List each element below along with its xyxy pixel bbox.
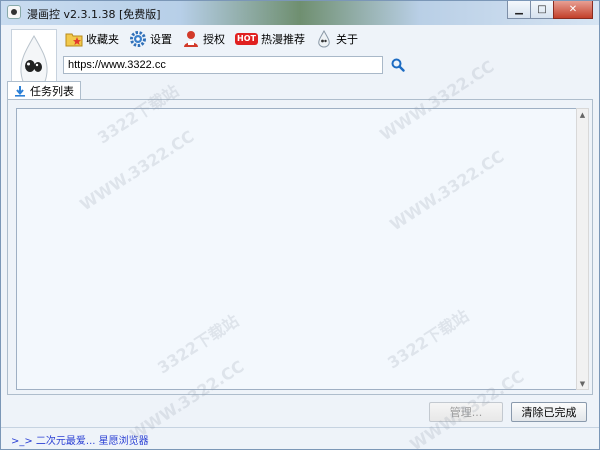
title-bar[interactable]: 漫画控 v2.3.1.38 [免费版] ▁ □ ✕ xyxy=(1,1,599,25)
task-list[interactable] xyxy=(16,108,579,390)
about-label: 关于 xyxy=(335,33,358,46)
download-icon xyxy=(14,85,26,97)
task-panel: ▲ ▼ xyxy=(7,100,593,395)
close-button[interactable]: ✕ xyxy=(553,1,593,19)
license-button[interactable]: 授权 xyxy=(182,29,225,49)
browser-promo-link[interactable]: >_> 二次元最爱... 星愿浏览器 xyxy=(11,432,149,447)
scroll-up-arrow-icon[interactable]: ▲ xyxy=(577,109,588,120)
scroll-down-arrow-icon[interactable]: ▼ xyxy=(577,378,588,389)
hot-badge: HOT xyxy=(235,33,258,45)
gear-icon xyxy=(129,30,147,48)
search-icon xyxy=(391,58,405,75)
maximize-button[interactable]: □ xyxy=(530,1,554,19)
about-button[interactable]: 关于 xyxy=(315,29,358,49)
vertical-scrollbar[interactable]: ▲ ▼ xyxy=(576,108,589,390)
clear-completed-button[interactable]: 清除已完成 xyxy=(511,402,587,422)
minimize-button[interactable]: ▁ xyxy=(507,1,531,19)
manage-button[interactable]: 管理... xyxy=(429,402,503,422)
settings-button[interactable]: 设置 xyxy=(129,29,172,49)
tab-task-list-label: 任务列表 xyxy=(30,85,74,98)
app-icon xyxy=(7,5,21,19)
window-controls: ▁ □ ✕ xyxy=(507,1,593,19)
hot-recommend-button[interactable]: HOT 热漫推荐 xyxy=(235,29,305,49)
url-input[interactable] xyxy=(63,56,383,74)
tab-task-list[interactable]: 任务列表 xyxy=(7,81,81,100)
settings-label: 设置 xyxy=(150,33,172,46)
favorites-button[interactable]: 收藏夹 xyxy=(65,29,119,49)
about-icon xyxy=(315,30,333,48)
search-button[interactable] xyxy=(389,57,407,75)
vip-user-icon xyxy=(182,30,200,48)
status-bar: >_> 二次元最爱... 星愿浏览器 xyxy=(1,427,599,449)
hot-badge-icon: HOT xyxy=(235,30,258,48)
app-window: 漫画控 v2.3.1.38 [免费版] ▁ □ ✕ 收藏夹 设置 授权 HOT … xyxy=(0,0,600,450)
hot-recommend-label: 热漫推荐 xyxy=(260,33,305,46)
toolbar: 收藏夹 设置 授权 HOT 热漫推荐 关于 xyxy=(65,28,368,50)
favorites-label: 收藏夹 xyxy=(86,33,119,46)
favorites-folder-icon xyxy=(65,30,83,48)
license-label: 授权 xyxy=(203,33,225,46)
window-title: 漫画控 v2.3.1.38 [免费版] xyxy=(27,8,161,21)
